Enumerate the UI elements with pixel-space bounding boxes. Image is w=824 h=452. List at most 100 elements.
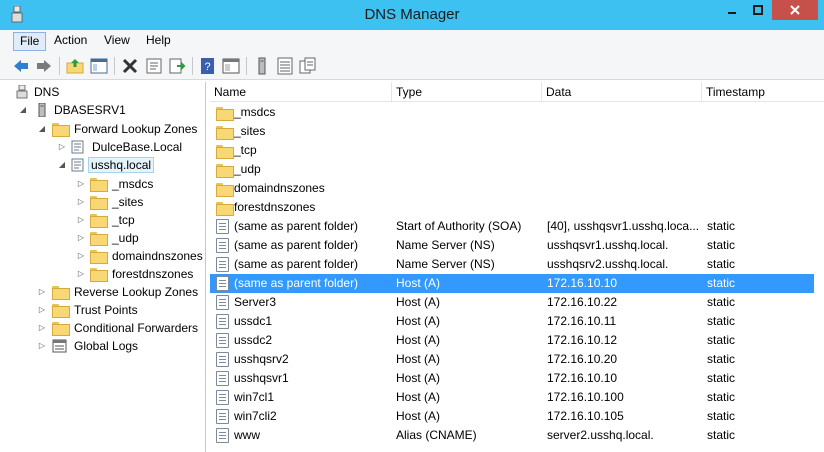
menu-view[interactable]: View bbox=[98, 32, 136, 51]
collapsed-arrow-icon[interactable]: ▷ bbox=[37, 283, 47, 301]
record-icon bbox=[216, 428, 229, 443]
cell-type: Host (A) bbox=[396, 390, 441, 404]
cell-data bbox=[547, 122, 702, 141]
copy-icon[interactable] bbox=[299, 57, 317, 75]
tree-label: Trust Points bbox=[74, 303, 138, 317]
record-row[interactable]: win7cl1 Host (A) 172.16.10.100 static bbox=[210, 388, 814, 407]
cell-data: 172.16.10.12 bbox=[547, 333, 618, 347]
collapsed-arrow-icon[interactable]: ▷ bbox=[76, 229, 86, 247]
record-row[interactable]: Server3 Host (A) 172.16.10.22 static bbox=[210, 293, 814, 312]
collapsed-arrow-icon[interactable]: ▷ bbox=[37, 301, 47, 319]
minimize-button[interactable] bbox=[719, 0, 745, 20]
cell-timestamp: static bbox=[707, 428, 736, 442]
cell-data: server2.usshq.local. bbox=[547, 428, 654, 442]
column-header-type[interactable]: Type bbox=[392, 82, 542, 102]
maximize-button[interactable] bbox=[745, 0, 771, 20]
cell-data bbox=[547, 198, 702, 217]
record-row[interactable]: (same as parent folder) Start of Authorit… bbox=[210, 217, 814, 236]
folder-row[interactable]: forestdnszones bbox=[210, 198, 814, 217]
cell-type bbox=[396, 141, 542, 160]
cell-data: [40], usshqsvr1.usshq.loca... bbox=[547, 219, 700, 233]
folder-icon bbox=[216, 145, 234, 159]
collapsed-arrow-icon[interactable]: ▷ bbox=[76, 193, 86, 211]
collapsed-arrow-icon[interactable]: ▷ bbox=[76, 175, 86, 193]
record-row[interactable]: win7cli2 Host (A) 172.16.10.105 static bbox=[210, 407, 814, 426]
column-header-data[interactable]: Data bbox=[542, 82, 702, 102]
record-icon bbox=[216, 390, 229, 405]
folder-icon bbox=[90, 178, 108, 192]
tree-label: forestdnszones bbox=[112, 267, 194, 281]
cell-data bbox=[547, 141, 702, 160]
record-icon bbox=[216, 276, 229, 291]
cell-type bbox=[396, 103, 542, 122]
menu-file[interactable]: File bbox=[13, 32, 47, 51]
close-button[interactable] bbox=[772, 0, 818, 20]
delete-icon[interactable] bbox=[121, 57, 139, 75]
collapsed-arrow-icon[interactable]: ▷ bbox=[37, 337, 47, 355]
cell-name: Server3 bbox=[234, 295, 277, 309]
cell-data: usshqsvr1.usshq.local. bbox=[547, 238, 669, 252]
cell-type bbox=[396, 198, 542, 217]
export-icon[interactable] bbox=[168, 57, 186, 75]
tree-label: _msdcs bbox=[112, 177, 154, 191]
expanded-arrow-icon[interactable]: ◢ bbox=[37, 120, 47, 138]
forward-icon[interactable] bbox=[35, 57, 53, 75]
cell-timestamp bbox=[707, 198, 807, 217]
cell-name: (same as parent folder) bbox=[234, 257, 359, 271]
tree-label: DBASESRV1 bbox=[54, 103, 126, 117]
back-icon[interactable] bbox=[12, 57, 30, 75]
cell-name: www bbox=[234, 428, 260, 442]
record-row[interactable]: (same as parent folder) Name Server (NS) u… bbox=[210, 236, 814, 255]
collapsed-arrow-icon[interactable]: ▷ bbox=[57, 138, 67, 156]
folder-row[interactable]: _msdcs bbox=[210, 103, 814, 122]
cell-data: 172.16.10.10 bbox=[547, 371, 618, 385]
record-row[interactable]: ussdc2 Host (A) 172.16.10.12 static bbox=[210, 331, 814, 350]
cell-type bbox=[396, 160, 542, 179]
record-icon bbox=[216, 314, 229, 329]
toolbar-separator bbox=[114, 57, 115, 75]
console-icon[interactable] bbox=[222, 57, 240, 75]
console-tree: DNS ◢ DBASESRV1 ◢ Forward Lookup Zones ▷… bbox=[10, 82, 206, 452]
collapsed-arrow-icon[interactable]: ▷ bbox=[76, 211, 86, 229]
record-row[interactable]: usshqsrv2 Host (A) 172.16.10.20 static bbox=[210, 350, 814, 369]
folder-row[interactable]: _udp bbox=[210, 160, 814, 179]
properties-icon[interactable] bbox=[145, 57, 163, 75]
cell-timestamp: static bbox=[707, 238, 736, 252]
cell-timestamp: static bbox=[707, 276, 736, 290]
cell-name: _sites bbox=[234, 124, 266, 138]
column-header-timestamp[interactable]: Timestamp bbox=[702, 82, 824, 102]
cell-name: (same as parent folder) bbox=[234, 276, 359, 290]
folder-row[interactable]: _sites bbox=[210, 122, 814, 141]
record-row[interactable]: (same as parent folder) Host (A) 172.16.10… bbox=[210, 274, 814, 293]
collapsed-arrow-icon[interactable]: ▷ bbox=[76, 247, 86, 265]
close-icon bbox=[790, 5, 800, 15]
folder-row[interactable]: _tcp bbox=[210, 141, 814, 160]
expanded-arrow-icon[interactable]: ◢ bbox=[18, 101, 28, 119]
help-icon[interactable]: ? bbox=[199, 57, 217, 75]
server-icon[interactable] bbox=[253, 57, 271, 75]
menu-help[interactable]: Help bbox=[140, 32, 177, 51]
folder-icon bbox=[90, 268, 108, 282]
cell-timestamp: static bbox=[707, 352, 736, 366]
tree-label: _sites bbox=[112, 195, 144, 209]
column-header-name[interactable]: Name bbox=[210, 82, 392, 102]
cell-type: Alias (CNAME) bbox=[396, 428, 477, 442]
record-row[interactable]: ussdc1 Host (A) 172.16.10.11 static bbox=[210, 312, 814, 331]
collapsed-arrow-icon[interactable]: ▷ bbox=[37, 319, 47, 337]
cell-name: ussdc2 bbox=[234, 333, 273, 347]
list-icon[interactable] bbox=[276, 57, 294, 75]
window-title: DNS Manager bbox=[364, 6, 460, 23]
up-folder-icon[interactable] bbox=[66, 57, 84, 75]
expanded-arrow-icon[interactable]: ◢ bbox=[57, 156, 67, 174]
record-icon bbox=[216, 238, 229, 253]
collapsed-arrow-icon[interactable]: ▷ bbox=[76, 265, 86, 283]
folder-row[interactable]: domaindnszones bbox=[210, 179, 814, 198]
show-hide-tree-icon[interactable] bbox=[90, 57, 108, 75]
record-row[interactable]: (same as parent folder) Name Server (NS) u… bbox=[210, 255, 814, 274]
record-row[interactable]: www Alias (CNAME) server2.usshq.local. stat… bbox=[210, 426, 814, 445]
cell-timestamp: static bbox=[707, 219, 736, 233]
record-row[interactable]: usshqsvr1 Host (A) 172.16.10.10 static bbox=[210, 369, 814, 388]
menu-action[interactable]: Action bbox=[48, 32, 93, 51]
cell-timestamp: static bbox=[707, 409, 736, 423]
cell-data bbox=[547, 160, 702, 179]
